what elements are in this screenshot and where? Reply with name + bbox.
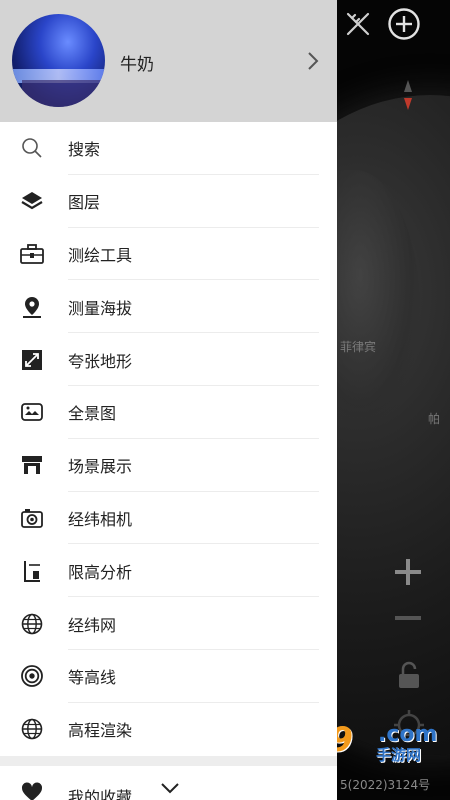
- menu-item-label: 我的收藏: [68, 787, 133, 800]
- menu-item-label: 经纬相机: [68, 509, 133, 529]
- menu-item-elevation-render[interactable]: 高程渲染: [0, 703, 337, 756]
- menu-item-layers[interactable]: 图层: [0, 175, 337, 228]
- toolbox-icon: [20, 242, 44, 266]
- navigation-drawer: 牛奶 搜索 图层 测绘工具 测量海拔 夸张地形 全景图 场景展示 经纬相机 限高…: [0, 0, 337, 800]
- heart-icon: [21, 782, 43, 800]
- globe-grid-icon: [20, 612, 44, 636]
- chevron-right-icon[interactable]: [305, 50, 321, 72]
- menu-item-label: 测绘工具: [68, 245, 133, 265]
- menu-item-measure-altitude[interactable]: 测量海拔: [0, 280, 337, 334]
- search-icon: [20, 136, 44, 160]
- menu-item-my-favorites[interactable]: 我的收藏: [0, 766, 337, 800]
- measure-tools-button[interactable]: [340, 6, 376, 42]
- menu-item-graticule[interactable]: 经纬网: [0, 597, 337, 650]
- contour-icon: [20, 664, 44, 688]
- chevron-down-icon[interactable]: [160, 780, 180, 796]
- zoom-out-icon[interactable]: [392, 602, 424, 634]
- compass-icon[interactable]: [400, 80, 416, 110]
- menu-item-label: 图层: [68, 193, 101, 213]
- map-label-partial: 帕: [428, 412, 441, 426]
- height-limit-icon: [20, 559, 44, 583]
- globe-icon: [20, 717, 44, 741]
- menu-item-label: 测量海拔: [68, 298, 133, 318]
- layers-icon: [20, 189, 44, 213]
- username: 牛奶: [120, 55, 154, 75]
- plus-circle-icon: [388, 8, 420, 40]
- map-license-text: 5(2022)3124号: [340, 778, 431, 792]
- menu-item-label: 高程渲染: [68, 721, 133, 741]
- zoom-in-icon[interactable]: [392, 556, 424, 588]
- location-pin-icon: [20, 295, 44, 319]
- menu-section-gap: [0, 755, 337, 766]
- menu-item-survey-tools[interactable]: 测绘工具: [0, 228, 337, 281]
- menu-item-label: 经纬网: [68, 615, 117, 635]
- menu-item-lat-long-camera[interactable]: 经纬相机: [0, 492, 337, 545]
- add-button[interactable]: [386, 6, 422, 42]
- map-toolbar: [340, 6, 422, 42]
- menu-item-panorama[interactable]: 全景图: [0, 386, 337, 439]
- menu-item-label: 搜索: [68, 140, 101, 160]
- profile-header[interactable]: 牛奶: [0, 0, 337, 122]
- menu-item-label: 夸张地形: [68, 351, 133, 371]
- menu-item-label: 限高分析: [68, 562, 133, 582]
- menu-item-scene-display[interactable]: 场景展示: [0, 439, 337, 492]
- map-label-philippines: 菲律宾: [340, 340, 377, 354]
- expand-icon: [20, 348, 44, 372]
- watermark-subtitle: 手游网: [376, 746, 422, 764]
- menu-item-search[interactable]: 搜索: [0, 122, 337, 175]
- menu-item-contour-lines[interactable]: 等高线: [0, 650, 337, 703]
- menu-item-label: 等高线: [68, 668, 117, 688]
- menu-item-label: 场景展示: [68, 457, 133, 477]
- menu-item-height-limit-analysis[interactable]: 限高分析: [0, 544, 337, 598]
- menu-item-label: 全景图: [68, 404, 117, 424]
- storefront-icon: [20, 453, 44, 477]
- ruler-pencil-icon: [346, 12, 370, 36]
- drawer-menu: 搜索 图层 测绘工具 测量海拔 夸张地形 全景图 场景展示 经纬相机 限高分析 …: [0, 122, 337, 756]
- panorama-icon: [20, 400, 44, 424]
- camera-icon: [20, 506, 44, 530]
- lock-icon[interactable]: [396, 660, 422, 690]
- avatar[interactable]: [12, 14, 105, 107]
- menu-item-exaggerate-terrain[interactable]: 夸张地形: [0, 333, 337, 386]
